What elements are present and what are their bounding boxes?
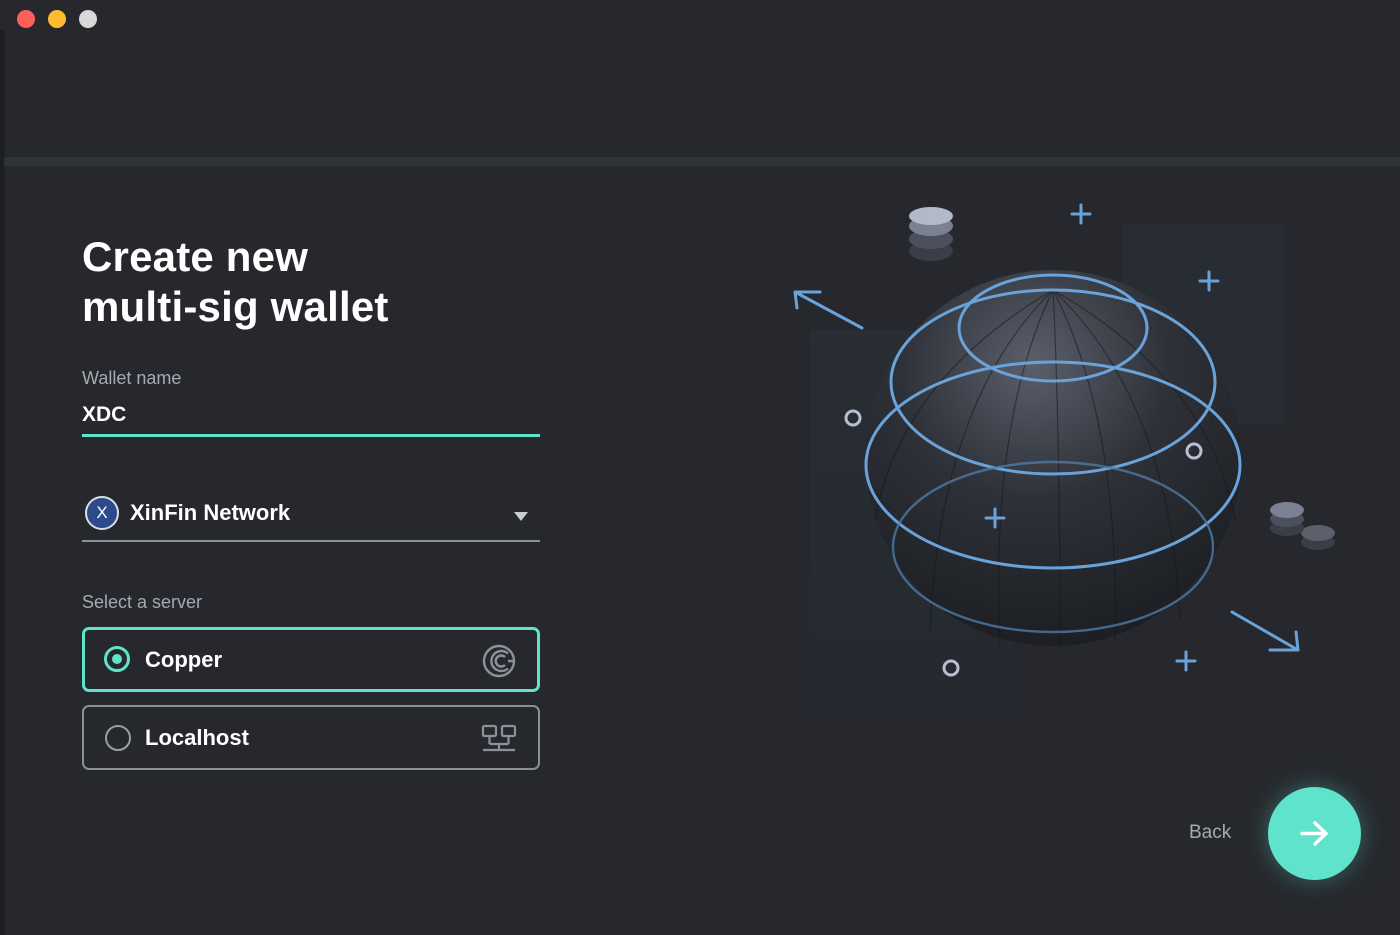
app-window: Create new multi-sig wallet Wallet name … [0, 0, 1400, 935]
page-title-line-2: multi-sig wallet [82, 283, 389, 330]
network-underline [82, 540, 540, 542]
next-button[interactable] [1268, 787, 1361, 880]
wallet-name-label: Wallet name [82, 368, 182, 388]
zoom-window-button[interactable] [79, 10, 97, 28]
page-title-line-1: Create new [82, 233, 309, 280]
page-title: Create new multi-sig wallet [82, 232, 389, 332]
server-option-copper[interactable]: Copper [82, 627, 540, 692]
network-select[interactable]: X XinFin Network [82, 494, 540, 542]
server-label: Select a server [82, 592, 203, 612]
xinfin-network-icon: X [85, 496, 119, 530]
network-nodes-icon [481, 724, 517, 752]
chevron-down-icon [514, 512, 528, 521]
header-divider [4, 157, 1400, 166]
back-link[interactable]: Back [1189, 822, 1231, 844]
title-bar [0, 0, 1400, 158]
minimize-window-button[interactable] [48, 10, 66, 28]
server-option-label: Copper [145, 647, 222, 672]
radio-copper-selected[interactable] [104, 646, 130, 672]
wallet-name-underline [82, 434, 540, 437]
globe-illustration [793, 203, 1335, 715]
network-selected-value: XinFin Network [130, 500, 291, 525]
radio-localhost-unselected[interactable] [105, 725, 131, 751]
server-option-label: Localhost [145, 725, 249, 750]
copper-logo-icon [482, 644, 516, 678]
arrow-right-icon [1300, 821, 1328, 846]
close-window-button[interactable] [17, 10, 35, 28]
server-option-localhost[interactable]: Localhost [82, 705, 540, 770]
wallet-name-input[interactable] [82, 398, 540, 432]
